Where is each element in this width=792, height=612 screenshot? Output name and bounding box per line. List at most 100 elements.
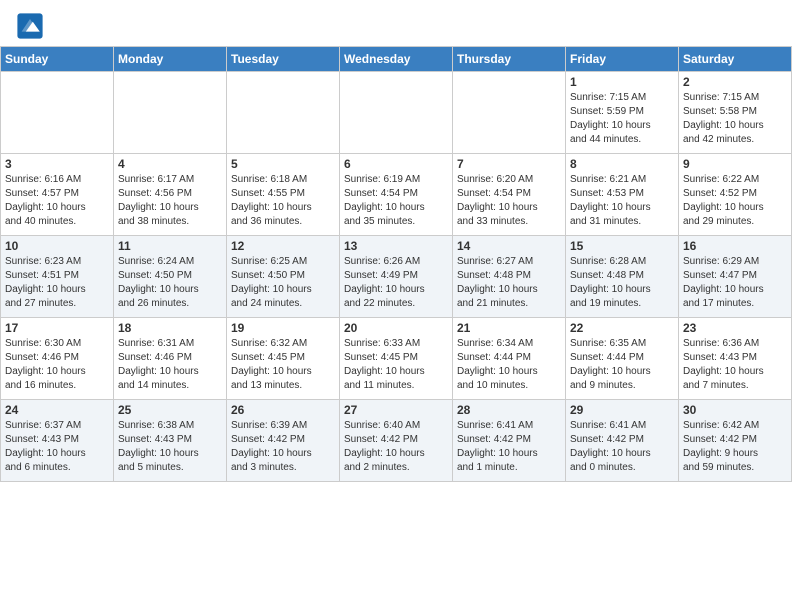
day-number: 28 <box>457 403 561 417</box>
day-info: Sunrise: 6:17 AM Sunset: 4:56 PM Dayligh… <box>118 173 222 229</box>
calendar-cell: 17Sunrise: 6:30 AM Sunset: 4:46 PM Dayli… <box>1 318 114 400</box>
logo <box>16 12 48 40</box>
calendar-cell <box>340 72 453 154</box>
day-number: 12 <box>231 239 335 253</box>
day-number: 16 <box>683 239 787 253</box>
day-info: Sunrise: 6:41 AM Sunset: 4:42 PM Dayligh… <box>570 419 674 475</box>
day-info: Sunrise: 7:15 AM Sunset: 5:59 PM Dayligh… <box>570 91 674 147</box>
calendar-week-1: 1 Sunrise: 7:15 AM Sunset: 5:59 PM Daylig… <box>1 72 792 154</box>
calendar-week-2: 3 Sunrise: 6:16 AM Sunset: 4:57 PM Daylig… <box>1 154 792 236</box>
calendar-cell: 19 Sunrise: 6:32 AM Sunset: 4:45 PM Dayli… <box>227 318 340 400</box>
day-number: 24 <box>5 403 109 417</box>
page-header <box>0 0 792 46</box>
calendar-cell: 11 Sunrise: 6:24 AM Sunset: 4:50 PM Dayli… <box>114 236 227 318</box>
day-number: 10 <box>5 239 109 253</box>
day-info: Sunrise: 6:28 AM Sunset: 4:48 PM Dayligh… <box>570 255 674 311</box>
calendar-week-4: 17Sunrise: 6:30 AM Sunset: 4:46 PM Dayli… <box>1 318 792 400</box>
weekday-header-sunday: Sunday <box>1 47 114 72</box>
calendar-cell: 23 Sunrise: 6:36 AM Sunset: 4:43 PM Dayli… <box>679 318 792 400</box>
day-number: 2 <box>683 75 787 89</box>
calendar-cell: 28 Sunrise: 6:41 AM Sunset: 4:42 PM Dayli… <box>453 400 566 482</box>
calendar-cell: 2Sunrise: 7:15 AM Sunset: 5:58 PM Daylig… <box>679 72 792 154</box>
calendar-cell: 1 Sunrise: 7:15 AM Sunset: 5:59 PM Daylig… <box>566 72 679 154</box>
day-info: Sunrise: 6:31 AM Sunset: 4:46 PM Dayligh… <box>118 337 222 393</box>
day-info: Sunrise: 6:20 AM Sunset: 4:54 PM Dayligh… <box>457 173 561 229</box>
weekday-header-thursday: Thursday <box>453 47 566 72</box>
calendar-cell: 30Sunrise: 6:42 AM Sunset: 4:42 PM Dayli… <box>679 400 792 482</box>
logo-icon <box>16 12 44 40</box>
day-info: Sunrise: 6:38 AM Sunset: 4:43 PM Dayligh… <box>118 419 222 475</box>
calendar-cell: 8 Sunrise: 6:21 AM Sunset: 4:53 PM Daylig… <box>566 154 679 236</box>
calendar-week-3: 10 Sunrise: 6:23 AM Sunset: 4:51 PM Dayli… <box>1 236 792 318</box>
weekday-header-wednesday: Wednesday <box>340 47 453 72</box>
calendar-cell: 14 Sunrise: 6:27 AM Sunset: 4:48 PM Dayli… <box>453 236 566 318</box>
calendar-cell: 27 Sunrise: 6:40 AM Sunset: 4:42 PM Dayli… <box>340 400 453 482</box>
calendar-cell: 16 Sunrise: 6:29 AM Sunset: 4:47 PM Dayli… <box>679 236 792 318</box>
calendar-header-row: SundayMondayTuesdayWednesdayThursdayFrid… <box>1 47 792 72</box>
calendar-cell: 9 Sunrise: 6:22 AM Sunset: 4:52 PM Daylig… <box>679 154 792 236</box>
weekday-header-friday: Friday <box>566 47 679 72</box>
day-number: 22 <box>570 321 674 335</box>
day-info: Sunrise: 6:27 AM Sunset: 4:48 PM Dayligh… <box>457 255 561 311</box>
calendar-cell: 21 Sunrise: 6:34 AM Sunset: 4:44 PM Dayli… <box>453 318 566 400</box>
calendar-cell: 7 Sunrise: 6:20 AM Sunset: 4:54 PM Daylig… <box>453 154 566 236</box>
day-info: Sunrise: 6:36 AM Sunset: 4:43 PM Dayligh… <box>683 337 787 393</box>
day-number: 19 <box>231 321 335 335</box>
day-info: Sunrise: 6:33 AM Sunset: 4:45 PM Dayligh… <box>344 337 448 393</box>
weekday-header-saturday: Saturday <box>679 47 792 72</box>
calendar: SundayMondayTuesdayWednesdayThursdayFrid… <box>0 46 792 482</box>
calendar-cell: 20 Sunrise: 6:33 AM Sunset: 4:45 PM Dayli… <box>340 318 453 400</box>
day-number: 23 <box>683 321 787 335</box>
day-number: 14 <box>457 239 561 253</box>
day-info: Sunrise: 6:34 AM Sunset: 4:44 PM Dayligh… <box>457 337 561 393</box>
day-info: Sunrise: 6:42 AM Sunset: 4:42 PM Dayligh… <box>683 419 787 475</box>
day-info: Sunrise: 6:16 AM Sunset: 4:57 PM Dayligh… <box>5 173 109 229</box>
calendar-cell: 18 Sunrise: 6:31 AM Sunset: 4:46 PM Dayli… <box>114 318 227 400</box>
day-info: Sunrise: 6:29 AM Sunset: 4:47 PM Dayligh… <box>683 255 787 311</box>
day-number: 21 <box>457 321 561 335</box>
day-info: Sunrise: 6:23 AM Sunset: 4:51 PM Dayligh… <box>5 255 109 311</box>
calendar-cell: 15Sunrise: 6:28 AM Sunset: 4:48 PM Dayli… <box>566 236 679 318</box>
day-number: 26 <box>231 403 335 417</box>
day-number: 7 <box>457 157 561 171</box>
day-number: 6 <box>344 157 448 171</box>
day-info: Sunrise: 6:19 AM Sunset: 4:54 PM Dayligh… <box>344 173 448 229</box>
calendar-cell: 13Sunrise: 6:26 AM Sunset: 4:49 PM Dayli… <box>340 236 453 318</box>
calendar-cell: 22 Sunrise: 6:35 AM Sunset: 4:44 PM Dayli… <box>566 318 679 400</box>
calendar-cell: 25 Sunrise: 6:38 AM Sunset: 4:43 PM Dayli… <box>114 400 227 482</box>
calendar-cell: 12 Sunrise: 6:25 AM Sunset: 4:50 PM Dayli… <box>227 236 340 318</box>
day-number: 25 <box>118 403 222 417</box>
day-info: Sunrise: 6:21 AM Sunset: 4:53 PM Dayligh… <box>570 173 674 229</box>
day-info: Sunrise: 6:32 AM Sunset: 4:45 PM Dayligh… <box>231 337 335 393</box>
day-info: Sunrise: 6:39 AM Sunset: 4:42 PM Dayligh… <box>231 419 335 475</box>
calendar-cell: 5Sunrise: 6:18 AM Sunset: 4:55 PM Daylig… <box>227 154 340 236</box>
day-number: 29 <box>570 403 674 417</box>
day-info: Sunrise: 6:40 AM Sunset: 4:42 PM Dayligh… <box>344 419 448 475</box>
calendar-cell: 29 Sunrise: 6:41 AM Sunset: 4:42 PM Dayli… <box>566 400 679 482</box>
day-info: Sunrise: 6:24 AM Sunset: 4:50 PM Dayligh… <box>118 255 222 311</box>
calendar-week-5: 24 Sunrise: 6:37 AM Sunset: 4:43 PM Dayli… <box>1 400 792 482</box>
day-number: 9 <box>683 157 787 171</box>
calendar-cell: 6 Sunrise: 6:19 AM Sunset: 4:54 PM Daylig… <box>340 154 453 236</box>
day-info: Sunrise: 6:30 AM Sunset: 4:46 PM Dayligh… <box>5 337 109 393</box>
day-info: Sunrise: 6:37 AM Sunset: 4:43 PM Dayligh… <box>5 419 109 475</box>
day-number: 8 <box>570 157 674 171</box>
day-info: Sunrise: 6:25 AM Sunset: 4:50 PM Dayligh… <box>231 255 335 311</box>
weekday-header-monday: Monday <box>114 47 227 72</box>
calendar-cell <box>114 72 227 154</box>
day-number: 1 <box>570 75 674 89</box>
day-number: 4 <box>118 157 222 171</box>
day-number: 11 <box>118 239 222 253</box>
day-number: 3 <box>5 157 109 171</box>
day-number: 18 <box>118 321 222 335</box>
day-info: Sunrise: 6:22 AM Sunset: 4:52 PM Dayligh… <box>683 173 787 229</box>
calendar-cell <box>227 72 340 154</box>
calendar-cell: 24 Sunrise: 6:37 AM Sunset: 4:43 PM Dayli… <box>1 400 114 482</box>
day-number: 20 <box>344 321 448 335</box>
day-info: Sunrise: 6:35 AM Sunset: 4:44 PM Dayligh… <box>570 337 674 393</box>
day-number: 27 <box>344 403 448 417</box>
calendar-cell: 4 Sunrise: 6:17 AM Sunset: 4:56 PM Daylig… <box>114 154 227 236</box>
calendar-cell <box>453 72 566 154</box>
day-info: Sunrise: 6:41 AM Sunset: 4:42 PM Dayligh… <box>457 419 561 475</box>
weekday-header-tuesday: Tuesday <box>227 47 340 72</box>
